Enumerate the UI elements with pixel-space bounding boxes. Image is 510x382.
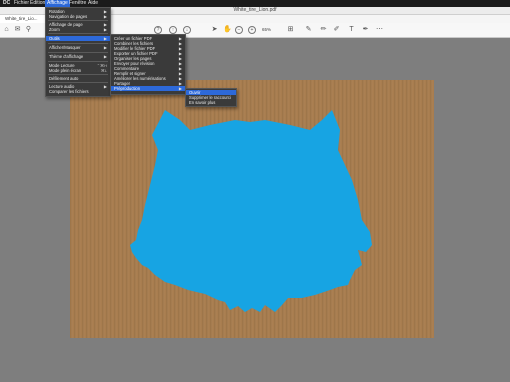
select-cursor-icon[interactable]: ➤: [211, 26, 218, 33]
menu-item-defilement-auto[interactable]: Défilement auto: [46, 76, 110, 81]
zoom-out-icon[interactable]: −: [235, 26, 243, 34]
affichage-menu: Rotation ▶ Navigation de pages ▶ Affichage…: [45, 7, 111, 97]
menu-separator: [48, 20, 108, 21]
page-down-icon[interactable]: ↓: [183, 26, 191, 34]
menu-bar: DC Fichier Edition Affichage Fenêtre Aid…: [0, 0, 510, 7]
search-icon[interactable]: ⚲: [25, 26, 32, 33]
menu-item-outils[interactable]: Outils ▶: [46, 36, 110, 41]
fit-page-icon[interactable]: ⊞: [287, 26, 294, 33]
sign-icon[interactable]: ✒: [362, 26, 369, 33]
menu-item-plein-ecran[interactable]: Mode plein écran ⌘L: [46, 68, 110, 73]
menu-separator: [48, 74, 108, 75]
pdf-page[interactable]: [70, 80, 434, 338]
menu-fenetre[interactable]: Fenêtre: [69, 0, 86, 7]
text-icon[interactable]: T: [348, 26, 355, 33]
menu-item-afficher-masquer[interactable]: Afficher/Masquer ▶: [46, 45, 110, 50]
mail-icon[interactable]: ✉: [14, 26, 21, 33]
menu-affichage[interactable]: Affichage: [45, 0, 70, 7]
comment-icon[interactable]: ✎: [305, 26, 312, 33]
home-icon[interactable]: ⌂: [3, 26, 10, 33]
menu-item-preproduction[interactable]: Préproduction ▶: [111, 86, 185, 91]
menu-separator: [48, 52, 108, 53]
highlight-icon[interactable]: ✏: [320, 26, 327, 33]
preproduction-submenu: Ouvrir Supprimer le raccourci En savoir …: [185, 88, 237, 107]
more-icon[interactable]: ⋯: [376, 26, 383, 33]
menu-item-en-savoir-plus[interactable]: En savoir plus: [186, 100, 236, 105]
menu-fichier[interactable]: Fichier: [14, 0, 29, 7]
outils-submenu: Créer un fichier PDF ▶ Combiner les fichi…: [110, 34, 186, 95]
menu-separator: [48, 33, 108, 34]
menu-item-comparer-fichiers[interactable]: Comparer les fichiers: [46, 89, 110, 94]
menu-edition[interactable]: Edition: [30, 0, 45, 7]
menu-separator: [48, 61, 108, 62]
menu-item-theme-affichage[interactable]: Thème d'affichage ▶: [46, 54, 110, 59]
menu-item-navigation-pages[interactable]: Navigation de pages ▶: [46, 14, 110, 19]
menu-separator: [48, 82, 108, 83]
hand-tool-icon[interactable]: ✋: [223, 26, 232, 33]
prev-page-icon[interactable]: ?: [154, 26, 162, 34]
zoom-in-icon[interactable]: +: [248, 26, 256, 34]
menu-aide[interactable]: Aide: [88, 0, 98, 7]
app-name[interactable]: DC: [3, 0, 10, 7]
document-tab-label: White_tire_Lio...: [5, 16, 38, 21]
zoom-level[interactable]: 65%: [262, 26, 271, 33]
menu-item-zoom[interactable]: Zoom ▶: [46, 27, 110, 32]
draw-icon[interactable]: ✐: [333, 26, 340, 33]
menu-separator: [48, 43, 108, 44]
tiger-head-silhouette: [130, 110, 372, 312]
page-up-icon[interactable]: ↑: [169, 26, 177, 34]
